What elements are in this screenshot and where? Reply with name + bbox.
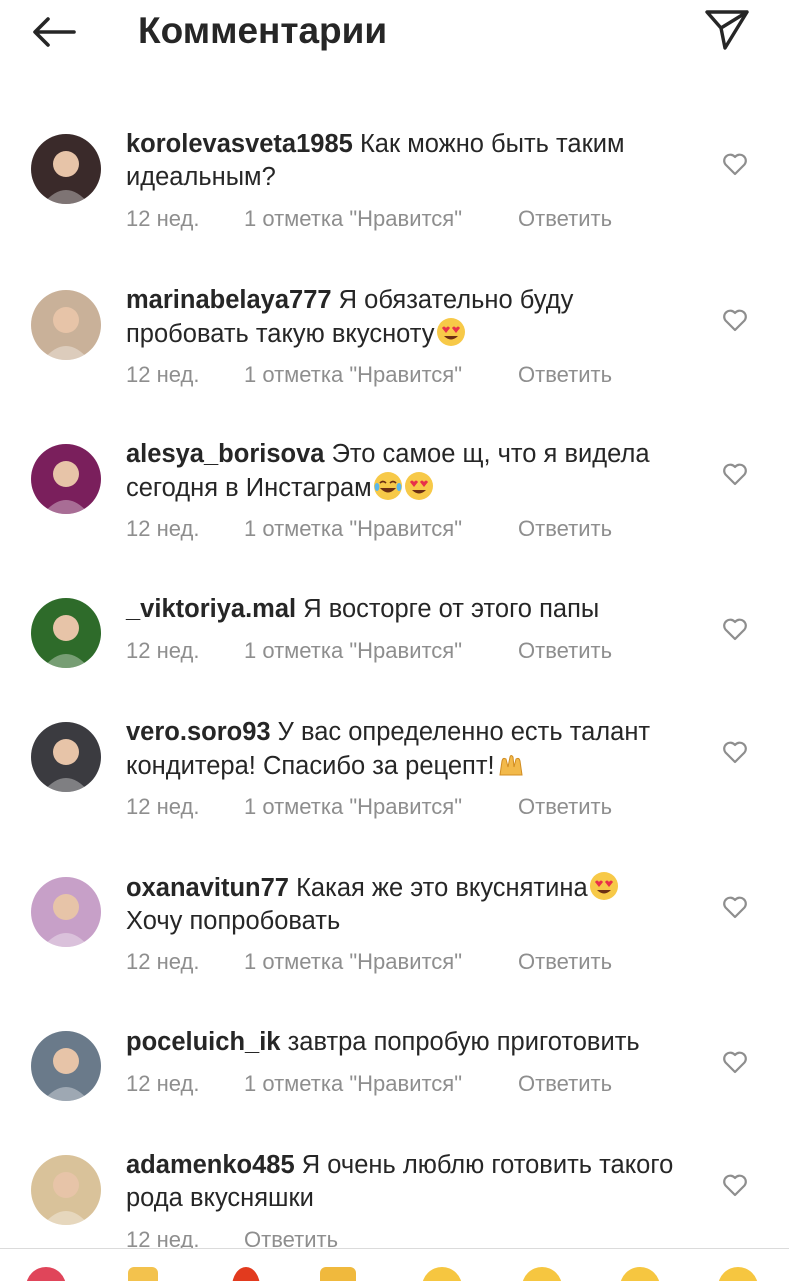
laughing-reaction-icon[interactable] bbox=[718, 1267, 758, 1281]
heart-eyes-emoji-icon bbox=[589, 872, 618, 900]
raising-hands-emoji-icon bbox=[499, 755, 523, 776]
comment-body: Какая же это вкуснятина bbox=[296, 874, 588, 902]
avatar[interactable] bbox=[31, 444, 101, 514]
comment-timestamp: 12 нед. bbox=[126, 516, 200, 541]
like-heart-icon[interactable] bbox=[722, 1173, 748, 1197]
comment-like-count[interactable]: 1 отметка "Нравится" bbox=[244, 1071, 462, 1097]
reply-button[interactable]: Ответить bbox=[518, 1071, 612, 1097]
comment-timestamp: 12 нед. bbox=[126, 638, 200, 663]
like-heart-icon[interactable] bbox=[722, 1050, 748, 1074]
comment-text: poceluich_ik завтра попробую приготовить bbox=[126, 1026, 698, 1059]
heart-eyes-emoji-icon bbox=[436, 318, 465, 346]
comment-like-count[interactable]: 1 отметка "Нравится" bbox=[244, 362, 462, 388]
comment-body: Я восторге от этого папы bbox=[303, 595, 600, 623]
comment-username[interactable]: korolevasveta1985 bbox=[126, 130, 353, 158]
comment-like-count[interactable]: 1 отметка "Нравится" bbox=[244, 949, 462, 975]
page-title: Комментарии bbox=[138, 10, 388, 51]
comment-username[interactable]: adamenko485 bbox=[126, 1151, 295, 1179]
avatar[interactable] bbox=[31, 598, 101, 668]
fire-reaction-icon[interactable] bbox=[232, 1267, 260, 1281]
crying-reaction-icon[interactable] bbox=[422, 1267, 462, 1281]
comment-body-line2: Хочу попробовать bbox=[126, 907, 341, 935]
avatar[interactable] bbox=[31, 290, 101, 360]
comment-timestamp: 12 нед. bbox=[126, 1071, 200, 1096]
like-heart-icon[interactable] bbox=[722, 740, 748, 764]
comment-text: _viktoriya.mal Я восторге от этого папы bbox=[126, 593, 698, 626]
top-bar: Комментарии bbox=[0, 0, 789, 64]
reply-button[interactable]: Ответить bbox=[518, 516, 612, 542]
comment-text: korolevasveta1985 Как можно быть таким и… bbox=[126, 128, 698, 194]
avatar[interactable] bbox=[31, 1031, 101, 1101]
comment-text: alesya_borisova Это самое щ, что я видел… bbox=[126, 438, 698, 505]
comment-username[interactable]: vero.soro93 bbox=[126, 718, 271, 746]
comment-username[interactable]: oxanavitun77 bbox=[126, 874, 289, 902]
like-heart-icon[interactable] bbox=[722, 152, 748, 176]
reply-button[interactable]: Ответить bbox=[518, 949, 612, 975]
comment-timestamp: 12 нед. bbox=[126, 794, 200, 819]
like-heart-icon[interactable] bbox=[722, 462, 748, 486]
reply-button[interactable]: Ответить bbox=[518, 638, 612, 664]
reply-button[interactable]: Ответить bbox=[518, 362, 612, 388]
comment-username[interactable]: poceluich_ik bbox=[126, 1028, 280, 1056]
reply-button[interactable]: Ответить bbox=[518, 206, 612, 232]
comment-like-count[interactable]: 1 отметка "Нравится" bbox=[244, 516, 462, 542]
avatar[interactable] bbox=[31, 877, 101, 947]
heart-eyes-emoji-icon bbox=[404, 472, 433, 500]
reply-button[interactable]: Ответить bbox=[518, 794, 612, 820]
arrow-left-icon[interactable] bbox=[30, 14, 78, 50]
avatar[interactable] bbox=[31, 1155, 101, 1225]
like-heart-icon[interactable] bbox=[722, 308, 748, 332]
comment-text: vero.soro93 У вас определенно есть талан… bbox=[126, 716, 698, 783]
heart-eyes-reaction-icon[interactable] bbox=[522, 1267, 562, 1281]
clap-reaction-icon[interactable] bbox=[320, 1267, 356, 1281]
avatar[interactable] bbox=[31, 134, 101, 204]
comment-like-count[interactable]: 1 отметка "Нравится" bbox=[244, 206, 462, 232]
raising-hands-reaction-icon[interactable] bbox=[128, 1267, 158, 1281]
comment-text: oxanavitun77 Какая же это вкуснятина Хочу… bbox=[126, 871, 698, 938]
comment-like-count[interactable]: 1 отметка "Нравится" bbox=[244, 638, 462, 664]
comment-timestamp: 12 нед. bbox=[126, 949, 200, 974]
surprised-reaction-icon[interactable] bbox=[620, 1267, 660, 1281]
tears-of-joy-emoji-icon bbox=[373, 472, 402, 500]
comment-timestamp: 12 нед. bbox=[126, 206, 200, 231]
comment-username[interactable]: alesya_borisova bbox=[126, 440, 324, 468]
comment-text: marinabelaya777 Я обязательно буду пробо… bbox=[126, 284, 698, 351]
comment-like-count[interactable]: 1 отметка "Нравится" bbox=[244, 794, 462, 820]
comment-username[interactable]: marinabelaya777 bbox=[126, 286, 332, 314]
paper-plane-icon[interactable] bbox=[703, 8, 751, 52]
comment-body: завтра попробую приготовить bbox=[287, 1028, 640, 1056]
comment-text: adamenko485 Я очень люблю готовить таког… bbox=[126, 1149, 698, 1215]
comment-username[interactable]: _viktoriya.mal bbox=[126, 595, 296, 623]
like-heart-icon[interactable] bbox=[722, 617, 748, 641]
quick-reaction-bar bbox=[0, 1248, 789, 1281]
heart-reaction-icon[interactable] bbox=[26, 1267, 66, 1281]
avatar[interactable] bbox=[31, 722, 101, 792]
like-heart-icon[interactable] bbox=[722, 895, 748, 919]
comment-timestamp: 12 нед. bbox=[126, 362, 200, 387]
